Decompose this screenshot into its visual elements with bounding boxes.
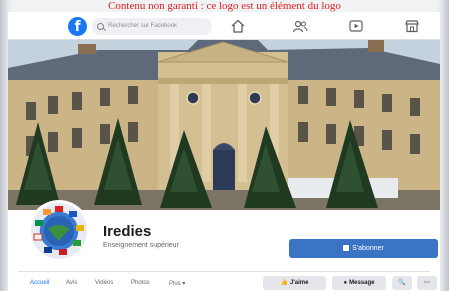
more-options-icon: ··· xyxy=(424,280,430,286)
search-page-button[interactable]: 🔍 xyxy=(392,276,412,290)
tab-videos[interactable]: Vidéos xyxy=(95,280,113,286)
screen-frame: Contenu non garanti : ce logo est un élé… xyxy=(0,0,449,291)
message-label: Message xyxy=(349,280,375,286)
tab-more[interactable]: Plus ▾ xyxy=(169,280,185,287)
subscribe-label: S'abonner xyxy=(352,245,384,252)
page-avatar[interactable] xyxy=(28,200,90,262)
cover-photo[interactable] xyxy=(8,40,440,210)
search-page-icon: 🔍 xyxy=(398,280,406,286)
search-placeholder: Rechercher sur Facebook xyxy=(108,23,178,29)
page-category: Enseignement supérieur xyxy=(103,242,179,249)
like-label: J'aime xyxy=(290,280,309,286)
subscribe-button[interactable]: S'abonner xyxy=(289,239,438,258)
tab-photos[interactable]: Photos xyxy=(131,280,150,286)
page-title: Iredies xyxy=(103,223,152,240)
home-icon[interactable] xyxy=(230,19,246,33)
message-button[interactable]: ● Message xyxy=(332,276,386,290)
top-navigation-bar: f Rechercher sur Facebook xyxy=(8,12,440,40)
tab-accueil[interactable]: Accueil xyxy=(30,280,49,286)
facebook-logo[interactable]: f xyxy=(68,17,87,36)
video-icon[interactable] xyxy=(348,19,364,33)
messenger-icon: ● xyxy=(343,280,348,286)
more-options-button[interactable]: ··· xyxy=(417,276,437,290)
like-button[interactable]: 👍 J'aime xyxy=(263,276,326,290)
page-header-card: Iredies Enseignement supérieur S'abonner… xyxy=(8,200,440,291)
bell-icon xyxy=(343,245,350,251)
cover-photo-building xyxy=(8,40,440,210)
friends-icon[interactable] xyxy=(292,19,308,33)
thumbs-up-icon: 👍 xyxy=(280,280,289,286)
divider xyxy=(18,271,430,272)
flags-globe-logo xyxy=(31,203,87,259)
marketplace-icon[interactable] xyxy=(404,19,420,33)
search-icon xyxy=(97,23,104,30)
search-input[interactable]: Rechercher sur Facebook xyxy=(92,18,212,35)
tab-avis[interactable]: Avis xyxy=(66,280,77,286)
